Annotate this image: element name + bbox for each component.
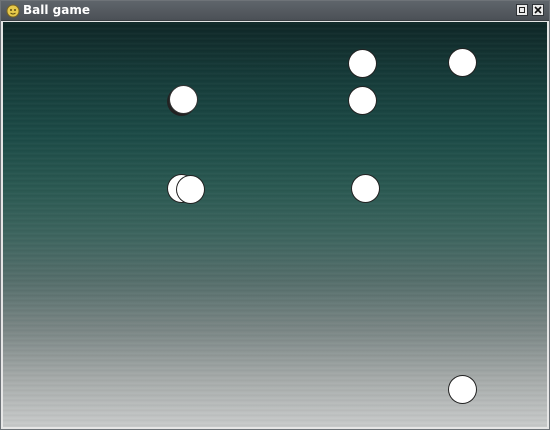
window-title: Ball game	[23, 3, 90, 17]
ball	[449, 49, 476, 76]
ball	[349, 87, 376, 114]
app-window: Ball game	[0, 0, 550, 430]
ball	[349, 50, 376, 77]
maximize-icon	[519, 7, 525, 13]
ball	[177, 176, 204, 203]
app-icon	[6, 3, 20, 18]
ball	[449, 376, 476, 403]
ball	[170, 86, 197, 113]
game-canvas[interactable]	[3, 22, 547, 427]
title-bar[interactable]: Ball game	[1, 1, 549, 21]
close-button[interactable]	[532, 4, 544, 16]
maximize-button[interactable]	[516, 4, 528, 16]
ball	[352, 175, 379, 202]
background-streaks	[3, 22, 547, 427]
close-icon	[534, 6, 542, 14]
